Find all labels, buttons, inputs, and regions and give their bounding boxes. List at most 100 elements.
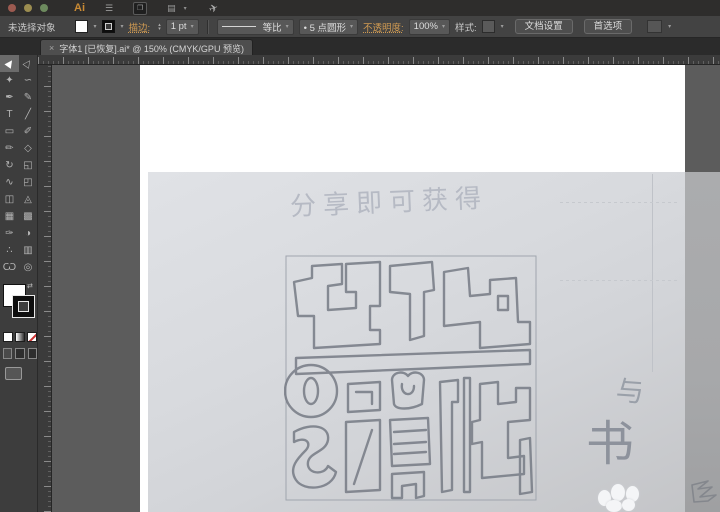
stroke-weight-field[interactable]: 1 pt ▾ bbox=[165, 18, 199, 35]
tool-symbol-sprayer[interactable]: ∴ bbox=[0, 242, 19, 259]
tool-shaper[interactable]: ◇ bbox=[19, 140, 37, 157]
faint-page-line bbox=[560, 280, 678, 281]
vertical-ruler[interactable] bbox=[38, 65, 52, 512]
annotation-char-bottom: 书 bbox=[586, 418, 635, 471]
seal-stroke-stack-l1 bbox=[392, 428, 428, 434]
sketch-paper-edge bbox=[685, 172, 720, 512]
seal-stroke-smallbox bbox=[346, 380, 382, 414]
draw-inside-button[interactable] bbox=[27, 348, 37, 359]
brush-dropdown-icon[interactable]: ▾ bbox=[350, 23, 353, 30]
fill-dropdown-icon[interactable]: ▾ bbox=[94, 23, 97, 30]
tool-grid: ▶ ▷ ✦ ∽ ✒ ✎ T ╱ ▭ ✐ ✏ ◇ ↻ ◱ ∿ ◰ ◫ ◬ ▦ ▩ … bbox=[0, 55, 37, 276]
brush-definition-dropdown[interactable]: • 5 点圆形 ▾ bbox=[298, 18, 359, 35]
tool-scale[interactable]: ◱ bbox=[19, 157, 37, 174]
seal-stroke-right-block bbox=[470, 380, 532, 480]
swap-fill-stroke-icon[interactable]: ⇄ bbox=[27, 282, 33, 290]
tool-width[interactable]: ∿ bbox=[0, 174, 19, 191]
stroke-color-swatch[interactable] bbox=[101, 20, 115, 33]
share-icon[interactable]: ✈ bbox=[207, 0, 220, 15]
draw-behind-button[interactable] bbox=[15, 348, 25, 359]
tool-column-graph[interactable]: ▥ bbox=[19, 242, 37, 259]
stepper-down-icon[interactable]: ▾ bbox=[158, 26, 161, 31]
tool-direct-selection[interactable]: ▷ bbox=[19, 55, 37, 72]
graphic-style-swatch[interactable] bbox=[481, 20, 495, 33]
tool-hand[interactable]: Ѡ bbox=[0, 259, 19, 276]
tool-rotate[interactable]: ↻ bbox=[0, 157, 19, 174]
panel-options-icon[interactable] bbox=[647, 20, 663, 33]
style-dropdown-icon[interactable]: ▾ bbox=[501, 23, 504, 30]
opacity-field[interactable]: 100% ▾ bbox=[408, 18, 450, 35]
screen-mode-button[interactable] bbox=[5, 367, 22, 380]
arrange-documents-icon[interactable]: ❐ bbox=[133, 1, 148, 15]
none-button[interactable] bbox=[27, 332, 37, 342]
tool-blend[interactable]: ◑ bbox=[19, 225, 37, 242]
tool-gradient[interactable]: ▩ bbox=[19, 208, 37, 225]
tool-shape-builder[interactable]: ◫ bbox=[0, 191, 19, 208]
tool-eyedropper[interactable]: ✑ bbox=[0, 225, 19, 242]
seal-stroke-blob bbox=[390, 371, 426, 410]
document-tab-title: 字体1 [已恢复].ai* @ 150% (CMYK/GPU 预览) bbox=[59, 43, 244, 54]
fullscreen-window-button[interactable] bbox=[40, 4, 48, 12]
stroke-dropdown-icon[interactable]: ▾ bbox=[121, 23, 124, 30]
brush-value: • 5 点圆形 bbox=[303, 22, 346, 34]
seal-stroke-bar1 bbox=[438, 378, 460, 494]
tool-magic-wand[interactable]: ✦ bbox=[0, 72, 19, 89]
seal-stroke-stack-l2 bbox=[392, 440, 428, 446]
style-label: 样式: bbox=[454, 22, 477, 34]
drawing-modes-row bbox=[0, 348, 37, 359]
placed-sketch-photo[interactable]: 分享即可获得 与 书 bbox=[148, 172, 720, 512]
color-button[interactable] bbox=[3, 332, 13, 342]
stroke-weight-stepper[interactable]: ▴ ▾ bbox=[158, 22, 161, 31]
workspace-switcher-icon[interactable]: ▤ bbox=[167, 3, 176, 14]
tool-type[interactable]: T bbox=[0, 106, 19, 123]
corner-doodle-svg bbox=[691, 480, 717, 503]
horizontal-ruler[interactable] bbox=[38, 55, 720, 65]
tool-line-segment[interactable]: ╱ bbox=[19, 106, 37, 123]
seal-stroke-top-middle bbox=[388, 260, 436, 342]
opacity-panel-link[interactable]: 不透明度: bbox=[363, 20, 404, 34]
tool-pencil[interactable]: ✏ bbox=[0, 140, 19, 157]
gradient-button[interactable] bbox=[15, 332, 25, 342]
selection-status: 未选择对象 bbox=[8, 22, 56, 34]
tool-curvature[interactable]: ✎ bbox=[19, 89, 37, 106]
tool-free-transform[interactable]: ◰ bbox=[19, 174, 37, 191]
seal-sketch-svg bbox=[284, 255, 537, 501]
panel-options-dropdown-icon[interactable]: ▾ bbox=[668, 23, 671, 30]
fill-color-swatch[interactable] bbox=[74, 20, 88, 33]
seal-stroke-notch bbox=[496, 294, 510, 312]
menu-grid-icon[interactable]: ☰ bbox=[105, 3, 113, 14]
tool-pen[interactable]: ✒ bbox=[0, 89, 19, 106]
document-setup-button[interactable]: 文档设置 bbox=[514, 19, 573, 34]
seal-stroke-arch bbox=[390, 470, 426, 500]
seal-stroke-stack-l3 bbox=[392, 450, 428, 456]
paper-fold-line bbox=[652, 174, 653, 372]
width-profile-dropdown-icon[interactable]: ▾ bbox=[286, 23, 289, 30]
opacity-dropdown-icon[interactable]: ▾ bbox=[442, 23, 445, 30]
tool-rectangle[interactable]: ▭ bbox=[0, 123, 19, 140]
width-profile-dropdown[interactable]: 等比 ▾ bbox=[216, 18, 294, 35]
tool-perspective-grid[interactable]: ◬ bbox=[19, 191, 37, 208]
minimize-window-button[interactable] bbox=[24, 4, 32, 12]
draw-normal-button[interactable] bbox=[3, 348, 13, 359]
uniform-profile-icon bbox=[221, 26, 256, 27]
preferences-button[interactable]: 首选项 bbox=[583, 19, 633, 34]
width-profile-value: 等比 bbox=[262, 22, 282, 34]
faint-page-line bbox=[560, 202, 678, 203]
document-tab[interactable]: × 字体1 [已恢复].ai* @ 150% (CMYK/GPU 预览) bbox=[40, 39, 253, 56]
selection-icon: ▶ bbox=[2, 57, 17, 70]
tool-selection[interactable]: ▶ bbox=[0, 55, 19, 72]
tool-lasso[interactable]: ∽ bbox=[19, 72, 37, 89]
close-window-button[interactable] bbox=[8, 4, 16, 12]
workspace-dropdown-icon[interactable]: ▾ bbox=[184, 5, 187, 12]
stroke-indicator[interactable] bbox=[13, 296, 34, 317]
tool-paintbrush[interactable]: ✐ bbox=[19, 123, 37, 140]
tab-close-icon[interactable]: × bbox=[49, 43, 54, 53]
seal-stroke-ring-hole bbox=[302, 376, 320, 406]
opacity-value: 100% bbox=[413, 21, 438, 32]
stroke-panel-link[interactable]: 描边: bbox=[129, 20, 151, 34]
tool-zoom[interactable]: ◎ bbox=[19, 259, 37, 276]
illustrator-logo: Ai bbox=[74, 2, 85, 14]
tool-mesh[interactable]: ▦ bbox=[0, 208, 19, 225]
stroke-weight-dropdown-icon[interactable]: ▾ bbox=[191, 23, 194, 30]
canvas-area[interactable]: 分享即可获得 与 书 bbox=[52, 65, 720, 512]
